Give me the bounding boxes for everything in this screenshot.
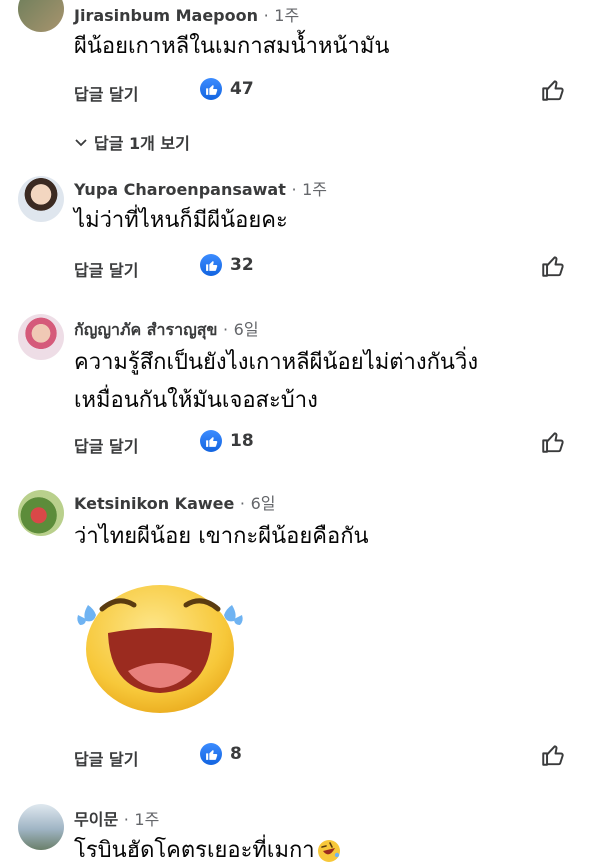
reaction-summary[interactable]: 47: [200, 78, 254, 100]
reply-button[interactable]: 답글 달기: [74, 257, 138, 281]
avatar[interactable]: [18, 490, 64, 536]
avatar[interactable]: [18, 0, 64, 32]
author-name[interactable]: Ketsinikon Kawee: [74, 494, 234, 513]
comment-text: ความรู้สึกเป็นยังไงเกาหลีผีน้อยไม่ต่างกั…: [74, 344, 478, 420]
reaction-count: 32: [230, 255, 254, 275]
author-name[interactable]: Yupa Charoenpansawat: [74, 180, 286, 199]
reaction-count: 47: [230, 79, 254, 99]
comment-text-line: ว่าไทยผีน้อย เขากะผีน้อยคือกัน: [74, 524, 369, 549]
view-replies-button[interactable]: 답글 1개 보기: [74, 130, 190, 154]
comment-text: ว่าไทยผีน้อย เขากะผีน้อยคือกัน: [74, 518, 369, 556]
reaction-count: 8: [230, 744, 242, 764]
comment-author[interactable]: Ketsinikon Kawee · 6일: [74, 490, 276, 514]
avatar[interactable]: [18, 804, 64, 850]
comment-author[interactable]: 무이문 · 1주: [74, 806, 159, 830]
author-name[interactable]: 무이문: [74, 810, 118, 829]
author-name[interactable]: กัญญาภัค สำราญสุข: [74, 320, 217, 339]
like-reaction-icon: [200, 78, 222, 100]
comment-author[interactable]: กัญญาภัค สำราญสุข · 6일: [74, 316, 259, 343]
reply-button[interactable]: 답글 달기: [74, 746, 138, 770]
comment-text: ไม่ว่าที่ไหนก็มีผีน้อยคะ: [74, 202, 288, 240]
like-icon[interactable]: [540, 253, 566, 279]
reaction-summary[interactable]: 18: [200, 430, 254, 452]
comment-author[interactable]: Jirasinbum Maepoon · 1주: [74, 2, 299, 26]
author-name[interactable]: Jirasinbum Maepoon: [74, 6, 258, 25]
reaction-summary[interactable]: 8: [200, 743, 242, 765]
comment-time[interactable]: 1주: [274, 6, 299, 25]
comment-text-line: ผีน้อยเกาหลีในเมกาสมน้ำหน้ามัน: [74, 34, 390, 59]
like-reaction-icon: [200, 743, 222, 765]
separator-dot: ·: [223, 320, 229, 339]
comment-author[interactable]: Yupa Charoenpansawat · 1주: [74, 176, 327, 200]
like-icon[interactable]: [540, 429, 566, 455]
comment-actions: 답글 달기 32: [0, 253, 600, 283]
comment-time[interactable]: 6일: [234, 320, 259, 339]
reply-button[interactable]: 답글 달기: [74, 433, 138, 457]
comment-text-line: ความรู้สึกเป็นยังไงเกาหลีผีน้อยไม่ต่างกั…: [74, 350, 479, 375]
comment-text: โรบินฮัดโคตรเยอะที่เมกา: [74, 832, 341, 865]
comment-time[interactable]: 6일: [251, 494, 276, 513]
separator-dot: ·: [123, 810, 129, 829]
avatar[interactable]: [18, 176, 64, 222]
rolling-laughing-emoji: [317, 840, 340, 862]
reaction-count: 18: [230, 431, 254, 451]
comment-text-line: ไม่ว่าที่ไหนก็มีผีน้อยคะ: [74, 208, 288, 233]
like-reaction-icon: [200, 254, 222, 276]
reply-button[interactable]: 답글 달기: [74, 81, 138, 105]
comment-text-line: โรบินฮัดโคตรเยอะที่เมกา: [74, 838, 315, 863]
like-icon[interactable]: [540, 77, 566, 103]
like-icon[interactable]: [540, 742, 566, 768]
laughing-tears-sticker[interactable]: [74, 575, 246, 715]
comment-actions: 답글 달기 8: [0, 742, 600, 772]
comment-text: ผีน้อยเกาหลีในเมกาสมน้ำหน้ามัน: [74, 28, 389, 66]
view-replies-label: 답글 1개 보기: [94, 134, 190, 153]
comment-time[interactable]: 1주: [134, 810, 159, 829]
comment-actions: 답글 달기 18: [0, 429, 600, 459]
reaction-summary[interactable]: 32: [200, 254, 254, 276]
comment-actions: 답글 달기 47: [0, 77, 600, 107]
avatar[interactable]: [18, 314, 64, 360]
separator-dot: ·: [291, 180, 297, 199]
comment-text-line: เหมื่อนกันให้มันเจอสะบ้าง: [74, 388, 318, 413]
separator-dot: ·: [263, 6, 269, 25]
comment-time[interactable]: 1주: [302, 180, 327, 199]
chevron-down-icon: [74, 133, 88, 152]
separator-dot: ·: [239, 494, 246, 513]
like-reaction-icon: [200, 430, 222, 452]
